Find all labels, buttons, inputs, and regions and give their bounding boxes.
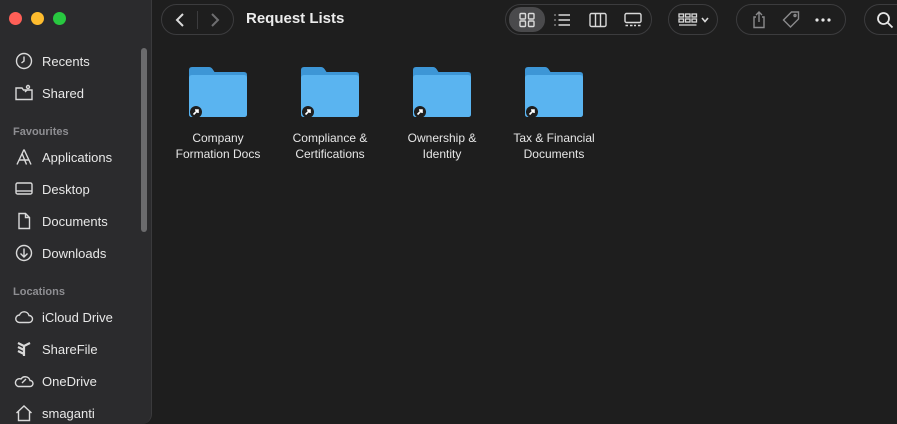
sidebar-item-icloud-drive[interactable]: iCloud Drive <box>14 306 113 328</box>
close-window-button[interactable] <box>9 12 22 25</box>
sidebar-item-onedrive[interactable]: OneDrive <box>14 370 97 392</box>
desktop-icon <box>15 182 33 195</box>
sidebar-item-downloads[interactable]: Downloads <box>14 242 106 264</box>
gallery-icon <box>624 12 642 26</box>
folder-alias-icon <box>189 67 247 118</box>
share-icon[interactable] <box>749 10 769 30</box>
action-buttons <box>736 4 846 35</box>
sidebar-item-label: ShareFile <box>42 341 98 357</box>
folder-label: Compliance & Certifications <box>292 131 368 161</box>
sidebar-scrollbar[interactable] <box>141 48 147 232</box>
sidebar-item-documents[interactable]: Documents <box>14 210 108 232</box>
sidebar-item-label: Downloads <box>42 245 107 261</box>
chevron-down-icon <box>700 16 709 23</box>
back-button[interactable] <box>162 4 197 35</box>
section-heading-locations: Locations <box>13 286 65 298</box>
chevron-right-icon <box>211 12 220 27</box>
cloud-icon <box>15 311 34 324</box>
sidebar-item-label: OneDrive <box>42 373 97 389</box>
sidebar: Recents Shared Favourites Applications D… <box>0 0 152 424</box>
folder-item[interactable]: Tax & Financial Documents <box>498 64 610 162</box>
columns-icon <box>589 12 607 27</box>
sidebar-item-label: Desktop <box>42 181 90 197</box>
folder-item[interactable]: Ownership & Identity <box>386 64 498 162</box>
folder-item[interactable]: Company Formation Docs <box>162 64 274 162</box>
section-heading-favourites: Favourites <box>13 126 69 138</box>
zoom-window-button[interactable] <box>53 12 66 25</box>
forward-button[interactable] <box>198 4 233 35</box>
download-icon <box>15 244 33 262</box>
folder-label: Company Formation Docs <box>175 131 261 161</box>
toolbar: Request Lists <box>152 0 897 40</box>
minimize-window-button[interactable] <box>31 12 44 25</box>
sidebar-item-desktop[interactable]: Desktop <box>14 178 90 200</box>
sidebar-item-sharefile[interactable]: ShareFile <box>14 338 98 360</box>
folder-alias-icon <box>301 67 359 118</box>
sidebar-item-recents[interactable]: Recents <box>14 50 90 72</box>
folder-label: Tax & Financial Documents <box>513 131 595 161</box>
sharefile-icon <box>17 342 31 356</box>
search-button[interactable] <box>864 4 897 35</box>
onedrive-icon <box>14 376 34 388</box>
view-switcher <box>505 4 652 35</box>
folder-alias-icon <box>413 67 471 118</box>
list-view-button[interactable] <box>545 7 581 32</box>
window-title: Request Lists <box>246 10 345 27</box>
sidebar-item-applications[interactable]: Applications <box>14 146 112 168</box>
document-icon <box>18 212 31 230</box>
chevron-left-icon <box>175 12 184 27</box>
window-controls <box>9 12 66 25</box>
sidebar-item-shared[interactable]: Shared <box>14 82 84 104</box>
folder-alias-icon <box>525 67 583 118</box>
sidebar-item-label: smaganti <box>42 405 95 421</box>
shared-folder-icon <box>15 84 33 101</box>
folder-item[interactable]: Compliance & Certifications <box>274 64 386 162</box>
applications-icon <box>16 149 32 165</box>
grid-icon <box>519 12 535 27</box>
tag-icon[interactable] <box>781 10 801 30</box>
group-grid-icon <box>677 12 697 26</box>
more-icon[interactable] <box>813 10 833 30</box>
sidebar-item-label: Shared <box>42 85 84 101</box>
search-icon <box>876 11 893 28</box>
gallery-view-button[interactable] <box>616 7 652 32</box>
home-icon <box>16 405 32 422</box>
group-by-button[interactable] <box>668 4 718 35</box>
sidebar-item-smaganti[interactable]: smaganti <box>14 402 95 424</box>
clock-icon <box>15 52 33 70</box>
column-view-button[interactable] <box>580 7 616 32</box>
sidebar-item-label: Applications <box>42 149 113 165</box>
icon-view-button[interactable] <box>509 7 545 32</box>
sidebar-item-label: iCloud Drive <box>42 309 113 325</box>
sidebar-item-label: Recents <box>42 53 90 69</box>
folder-label: Ownership & Identity <box>407 131 477 161</box>
navigation-controls <box>161 4 234 35</box>
sidebar-item-label: Documents <box>42 213 108 229</box>
list-icon <box>554 13 571 26</box>
